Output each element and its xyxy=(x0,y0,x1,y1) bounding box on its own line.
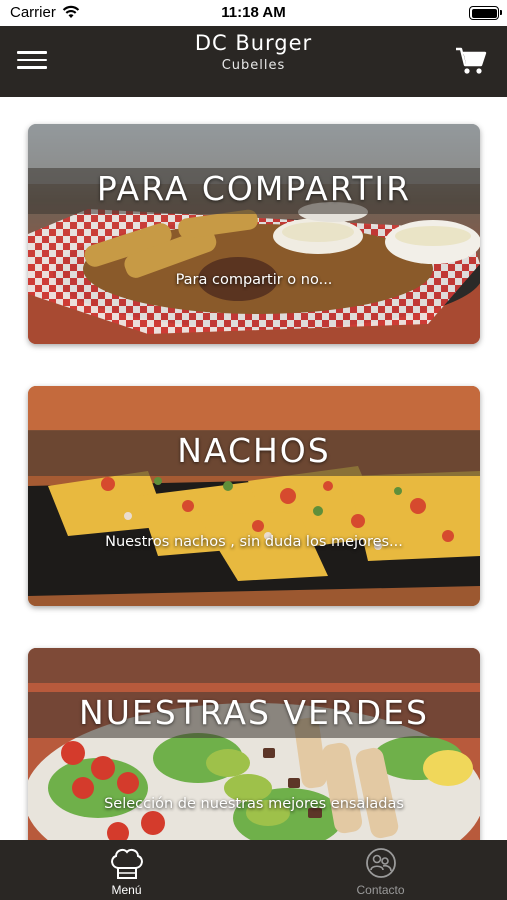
category-description: Selección de nuestras mejores ensaladas xyxy=(104,796,404,812)
tab-contacto[interactable]: Contacto xyxy=(254,840,507,900)
contacts-icon xyxy=(365,848,396,878)
para-compartir-photo xyxy=(28,124,480,344)
category-card-nachos[interactable]: NACHOS Nuestros nachos , sin duda los me… xyxy=(28,386,480,606)
app-subtitle: Cubelles xyxy=(221,58,286,73)
tab-menu[interactable]: Menú xyxy=(0,840,253,900)
status-bar: Carrier 11:18 AM xyxy=(0,0,507,26)
navigation-bar: DC Burger Cubelles xyxy=(0,26,507,97)
app-title: DC Burger xyxy=(194,31,313,55)
nachos-photo xyxy=(28,386,480,606)
category-title: NACHOS xyxy=(177,431,331,470)
tab-bar: Menú Contacto xyxy=(0,840,507,900)
battery-icon xyxy=(469,6,502,20)
chef-hat-icon xyxy=(110,848,143,879)
category-card-para-compartir[interactable]: PARA COMPARTIR Para compartir o no... xyxy=(28,124,480,344)
category-list: PARA COMPARTIR Para compartir o no... NA… xyxy=(0,97,507,840)
tab-menu-label: Menú xyxy=(111,883,142,897)
shopping-cart-icon[interactable] xyxy=(455,46,487,76)
category-card-nuestras-verdes[interactable]: NUESTRAS VERDES Selección de nuestras me… xyxy=(28,648,480,840)
category-title: PARA COMPARTIR xyxy=(96,169,412,208)
category-description: Nuestros nachos , sin duda los mejores..… xyxy=(105,534,403,550)
category-description: Para compartir o no... xyxy=(175,272,333,288)
status-time: 11:18 AM xyxy=(221,4,286,21)
tab-contacto-label: Contacto xyxy=(356,883,405,897)
category-title: NUESTRAS VERDES xyxy=(79,693,429,732)
